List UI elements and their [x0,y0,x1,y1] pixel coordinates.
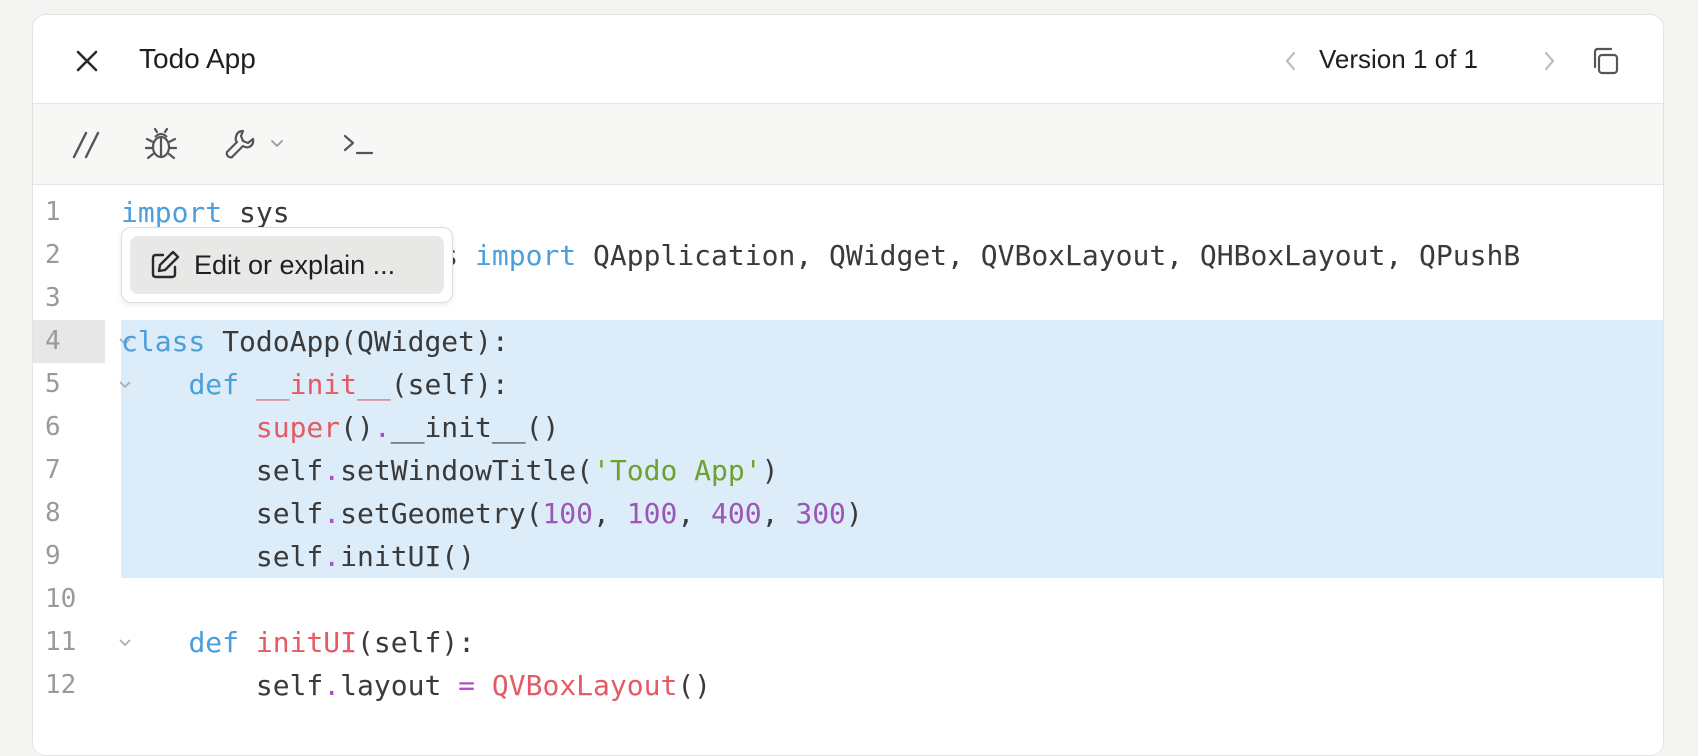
code-text: def __init__(self): [188,368,509,401]
code-text: self.initUI() [121,540,476,573]
version-indicator: Version 1 of 1 [1319,44,1478,74]
code-line: 11 def initUI(self): [33,621,1663,664]
line-number: 3 [45,283,61,313]
line-number: 10 [45,584,77,614]
edit-or-explain-button[interactable]: Edit or explain ... [130,236,444,294]
line-number: 8 [45,498,61,528]
code-line: 12 self.layout = QVBoxLayout() [33,664,1663,707]
line-number: 12 [45,670,77,700]
line-number: 2 [45,240,61,270]
code-line: 6 super().__init__() [33,406,1663,449]
code-editor[interactable]: 1 import sys 2 from PyQt5.QtWidgets impo… [33,185,1663,755]
copy-button[interactable] [1585,41,1625,81]
copy-icon [1593,47,1619,75]
editor-toolbar [33,104,1663,185]
wrench-icon [225,129,255,159]
line-number: 5 [45,369,61,399]
close-icon [76,50,98,72]
terminal-icon [343,134,374,155]
code-text: super().__init__() [255,411,560,444]
code-line: 8 self.setGeometry(100, 100, 400, 300) [33,492,1663,535]
bug-icon [144,127,178,160]
code-line: 4 class TodoApp(QWidget): [33,320,1663,363]
line-number: 6 [45,412,61,442]
comment-icon [72,131,100,159]
artifact-title: Todo App [139,43,256,74]
code-text: self.setGeometry(100, 100, 400, 300) [121,497,863,530]
debug-button[interactable] [141,124,181,164]
chevron-down-icon [271,140,283,147]
code-line: 10 [33,578,1663,621]
code-line: 9 self.initUI() [33,535,1663,578]
edit-explain-popup: Edit or explain ... [121,227,453,303]
chevron-left-icon [1285,51,1296,71]
close-button[interactable] [67,41,107,81]
code-text: class TodoApp(QWidget): [121,325,509,358]
comment-button[interactable] [67,124,107,164]
line-number: 4 [45,326,61,356]
next-version-button[interactable] [1533,45,1565,77]
code-text: self.setWindowTitle('Todo App') [121,454,779,487]
line-number: 1 [45,197,61,227]
tools-dropdown[interactable] [219,124,289,164]
code-line: 5 def __init__(self): [33,363,1663,406]
popup-label: Edit or explain ... [194,249,396,280]
line-number: 11 [45,627,77,657]
previous-version-button[interactable] [1275,45,1307,77]
chevron-right-icon [1544,51,1555,71]
pencil-icon [148,248,182,282]
artifact-panel: Todo App Version 1 of 1 1 import sys 2 i… [32,14,1664,756]
run-button[interactable] [339,124,379,164]
code-line: 7 self.setWindowTitle('Todo App') [33,449,1663,492]
code-text: self.layout = QVBoxLayout() [121,669,712,702]
code-text: def initUI(self): [188,626,476,659]
panel-header: Todo App Version 1 of 1 [33,15,1663,104]
line-number: 7 [45,455,61,485]
line-number: 9 [45,541,61,571]
